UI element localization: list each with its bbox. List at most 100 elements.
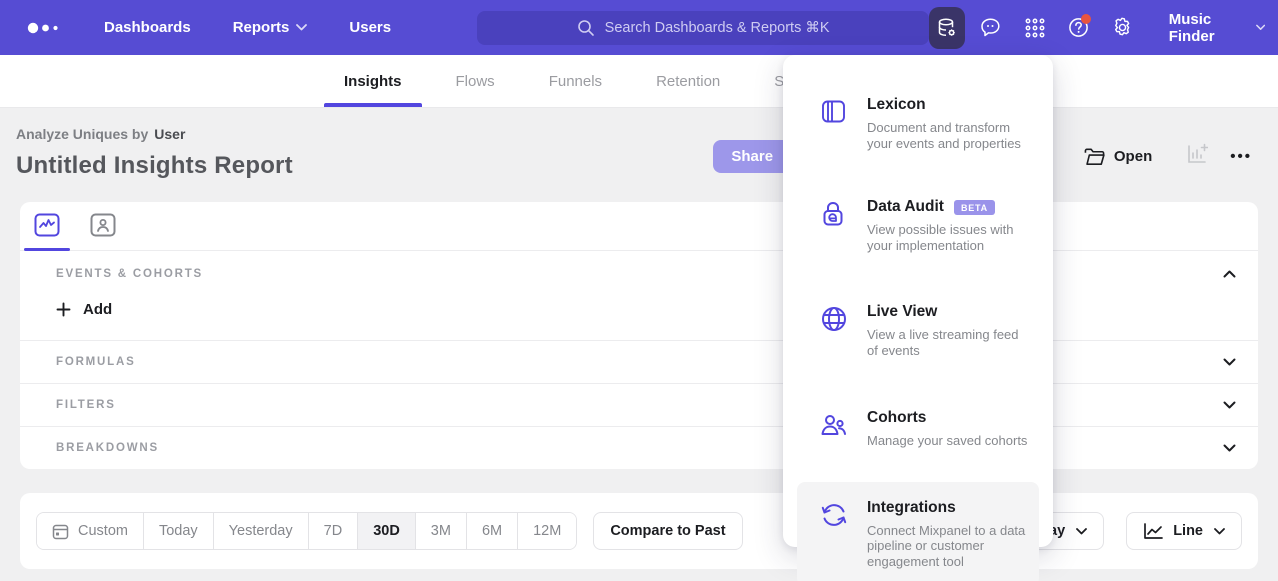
- breadcrumb-prefix: Analyze Uniques by: [16, 126, 148, 142]
- expand-section-button[interactable]: [1223, 396, 1236, 414]
- chart-toolbar: Custom Today Yesterday 7D 30D 3M 6M 12M …: [20, 493, 1258, 569]
- chevron-down-icon: [1223, 358, 1236, 366]
- users-view-tab[interactable]: [84, 210, 122, 250]
- top-navigation: Dashboards Reports Users Search Dashboar…: [0, 0, 1278, 55]
- nav-item-users[interactable]: Users: [349, 19, 391, 36]
- tab-flows[interactable]: Flows: [436, 55, 515, 107]
- menu-item-description: View a live streaming feed of events: [867, 327, 1031, 358]
- tab-funnels[interactable]: Funnels: [529, 55, 622, 107]
- range-label: Yesterday: [229, 523, 293, 539]
- formulas-section-row[interactable]: FORMULAS: [20, 340, 1258, 383]
- beta-badge: BETA: [954, 200, 995, 215]
- menu-item-title: Data Audit: [867, 198, 944, 216]
- nav-item-reports[interactable]: Reports: [233, 19, 308, 36]
- events-view-tab[interactable]: [28, 210, 66, 250]
- chevron-down-icon: [296, 24, 307, 31]
- expand-section-button[interactable]: [1223, 439, 1236, 457]
- date-range-7d[interactable]: 7D: [309, 513, 359, 549]
- tab-retention[interactable]: Retention: [636, 55, 740, 107]
- project-name: Music Finder: [1169, 11, 1247, 45]
- date-range-yesterday[interactable]: Yesterday: [214, 513, 309, 549]
- report-title[interactable]: Untitled Insights Report: [16, 152, 293, 180]
- menu-item-title: Live View: [867, 303, 937, 321]
- ellipsis-icon: •••: [1230, 148, 1252, 165]
- range-label: 3M: [431, 523, 451, 539]
- date-range-today[interactable]: Today: [144, 513, 214, 549]
- menu-item-cohorts[interactable]: Cohorts Manage your saved cohorts: [797, 392, 1039, 466]
- date-range-3m[interactable]: 3M: [416, 513, 467, 549]
- tab-label: Insights: [344, 73, 402, 90]
- nav-item-label: Reports: [233, 19, 290, 36]
- notification-dot: [1081, 14, 1091, 24]
- nav-item-label: Dashboards: [104, 19, 191, 36]
- plus-icon: [56, 302, 71, 317]
- query-builder-card: EVENTS & COHORTS Add FORMULAS: [20, 202, 1258, 469]
- folder-icon: [1084, 148, 1105, 166]
- date-range-6m[interactable]: 6M: [467, 513, 518, 549]
- date-range-group: Custom Today Yesterday 7D 30D 3M 6M 12M: [36, 512, 577, 550]
- section-label: FILTERS: [56, 399, 116, 411]
- compare-to-past-button[interactable]: Compare to Past: [593, 512, 742, 550]
- expand-section-button[interactable]: [1223, 353, 1236, 371]
- integrations-icon: [820, 499, 850, 570]
- menu-item-description: Document and transform your events and p…: [867, 120, 1031, 151]
- section-label: BREAKDOWNS: [56, 442, 159, 454]
- range-label: 30D: [373, 523, 400, 539]
- apps-grid-button[interactable]: [1017, 7, 1053, 49]
- menu-item-integrations[interactable]: Integrations Connect Mixpanel to a data …: [797, 482, 1039, 581]
- settings-button[interactable]: [1105, 7, 1141, 49]
- chart-type-select[interactable]: Line: [1126, 512, 1242, 550]
- topnav-actions: Music Finder: [929, 7, 1265, 49]
- collapse-section-button[interactable]: [1223, 265, 1236, 283]
- tab-insights[interactable]: Insights: [324, 55, 422, 107]
- range-label: 6M: [482, 523, 502, 539]
- tab-label: Retention: [656, 73, 720, 90]
- search-input[interactable]: Search Dashboards & Reports ⌘K: [477, 11, 929, 45]
- section-label: EVENTS & COHORTS: [56, 268, 203, 280]
- apps-grid-icon: [1024, 17, 1046, 39]
- builder-icon-tabs: [20, 202, 1258, 251]
- data-management-dropdown: Lexicon Document and transform your even…: [783, 55, 1053, 547]
- share-button[interactable]: Share: [713, 140, 791, 173]
- search-icon: [577, 19, 595, 37]
- nav-item-dashboards[interactable]: Dashboards: [104, 19, 191, 36]
- date-range-12m[interactable]: 12M: [518, 513, 576, 549]
- mixpanel-logo[interactable]: [26, 21, 62, 35]
- open-report-button[interactable]: Open: [1084, 148, 1152, 166]
- line-chart-icon: [1143, 522, 1164, 540]
- chevron-down-icon: [1256, 24, 1265, 31]
- cohorts-icon: [820, 409, 850, 449]
- chart-add-icon: [1186, 143, 1208, 165]
- menu-item-lexicon[interactable]: Lexicon Document and transform your even…: [797, 79, 1039, 168]
- range-label: 12M: [533, 523, 561, 539]
- chevron-down-icon: [1223, 401, 1236, 409]
- nav-item-label: Users: [349, 19, 391, 36]
- date-range-30d[interactable]: 30D: [358, 513, 416, 549]
- report-header: Analyze Uniques by User Untitled Insights…: [0, 108, 1278, 180]
- add-event-button[interactable]: Add: [56, 301, 112, 318]
- more-options-button[interactable]: •••: [1230, 148, 1252, 165]
- chat-bubble-icon: [979, 16, 1002, 39]
- feedback-button[interactable]: [973, 7, 1009, 49]
- compare-label: Compare to Past: [610, 523, 725, 539]
- breakdowns-section-row[interactable]: BREAKDOWNS: [20, 426, 1258, 469]
- section-label: FORMULAS: [56, 356, 136, 368]
- project-switcher[interactable]: Music Finder: [1169, 11, 1265, 45]
- database-gear-icon: [935, 16, 959, 40]
- date-range-custom[interactable]: Custom: [37, 513, 144, 549]
- add-to-dashboard-button[interactable]: [1186, 143, 1208, 170]
- events-cohorts-section-header: EVENTS & COHORTS: [20, 251, 1258, 289]
- filters-section-row[interactable]: FILTERS: [20, 383, 1258, 426]
- menu-item-title: Integrations: [867, 499, 956, 517]
- menu-item-data-audit[interactable]: Data Audit BETA View possible issues wit…: [797, 181, 1039, 270]
- range-label: Today: [159, 523, 198, 539]
- data-management-button[interactable]: [929, 7, 965, 49]
- page: Dashboards Reports Users Search Dashboar…: [0, 0, 1278, 581]
- events-add-row: Add: [20, 289, 1258, 340]
- help-button[interactable]: [1061, 7, 1097, 49]
- chevron-down-icon: [1223, 444, 1236, 452]
- breadcrumb-value[interactable]: User: [154, 126, 185, 142]
- breadcrumb[interactable]: Analyze Uniques by User: [16, 126, 293, 142]
- chart-type-label: Line: [1173, 523, 1203, 539]
- menu-item-live-view[interactable]: Live View View a live streaming feed of …: [797, 286, 1039, 375]
